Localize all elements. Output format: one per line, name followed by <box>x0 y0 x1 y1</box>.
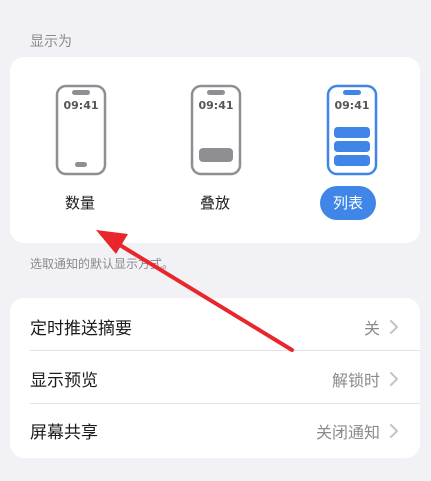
settings-list: 定时推送摘要 关 显示预览 解锁时 屏幕共享 关闭通知 <box>10 298 420 458</box>
row-value: 关闭通知 <box>315 423 380 442</box>
phone-stack-icon: 09:41 <box>190 84 242 176</box>
chevron-right-icon <box>390 424 398 438</box>
display-style-card: 09:41 数量 09:41 叠放 09:41 列表 <box>10 57 420 243</box>
section-header: 显示为 <box>30 34 72 50</box>
row-value: 关 <box>363 319 380 338</box>
row-value: 解锁时 <box>331 371 380 390</box>
row-scheduled-summary[interactable]: 定时推送摘要 关 <box>10 300 420 352</box>
phone-time-text: 09:41 <box>198 99 233 112</box>
option-label-count: 数量 <box>64 194 95 212</box>
row-show-previews[interactable]: 显示预览 解锁时 <box>10 352 420 404</box>
row-label: 定时推送摘要 <box>30 319 132 339</box>
chevron-right-icon <box>390 372 398 386</box>
option-count[interactable]: 09:41 数量 <box>25 84 135 219</box>
phone-time-text: 09:41 <box>63 99 98 112</box>
option-stack[interactable]: 09:41 叠放 <box>160 84 270 219</box>
phone-count-icon: 09:41 <box>55 84 107 176</box>
footnote: 选取通知的默认显示方式。 <box>30 257 175 271</box>
option-label-stack: 叠放 <box>199 194 230 212</box>
chevron-right-icon <box>390 320 398 334</box>
option-list[interactable]: 09:41 列表 <box>296 84 406 220</box>
row-label: 显示预览 <box>30 371 98 391</box>
row-divider <box>30 350 420 351</box>
phone-list-icon: 09:41 <box>326 84 378 176</box>
row-label: 屏幕共享 <box>30 423 98 443</box>
option-label-list: 列表 <box>320 186 376 220</box>
row-screen-sharing[interactable]: 屏幕共享 关闭通知 <box>10 404 420 456</box>
phone-time-text: 09:41 <box>334 99 369 112</box>
